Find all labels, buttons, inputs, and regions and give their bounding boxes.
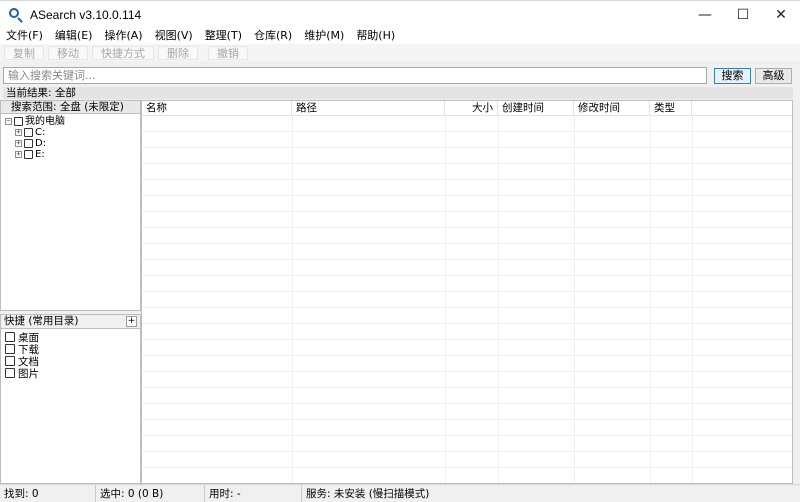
expand-icon[interactable]: + — [15, 129, 22, 136]
table-row — [142, 452, 792, 468]
table-row — [142, 340, 792, 356]
result-info: 当前结果: 全部 — [3, 87, 793, 99]
menu-maintenance[interactable]: 维护(M) — [298, 28, 350, 44]
close-button[interactable]: ✕ — [762, 1, 800, 29]
table-row — [142, 420, 792, 436]
tree-drive-e[interactable]: + E: — [15, 149, 45, 160]
table-row — [142, 228, 792, 244]
delete-button[interactable]: 删除 — [158, 45, 198, 60]
menu-help[interactable]: 帮助(H) — [350, 28, 401, 44]
add-quick-button[interactable]: + — [126, 316, 137, 327]
table-row — [142, 468, 792, 483]
table-row — [142, 436, 792, 452]
checkbox[interactable] — [24, 139, 33, 148]
quick-list: 桌面 下载 文档 图片 — [0, 329, 141, 484]
menu-action[interactable]: 操作(A) — [98, 28, 148, 44]
scope-header: 搜索范围: 全盘 (未限定) — [0, 100, 141, 114]
undo-button[interactable]: 撤销 — [208, 45, 248, 60]
table-row — [142, 308, 792, 324]
column-separator — [445, 116, 446, 483]
table-row — [142, 132, 792, 148]
shortcut-button[interactable]: 快捷方式 — [92, 45, 154, 60]
tree-root[interactable]: − 我的电脑 — [5, 116, 65, 127]
column-separator — [498, 116, 499, 483]
advanced-button[interactable]: 高级 — [755, 68, 792, 84]
column-separator — [574, 116, 575, 483]
table-row — [142, 260, 792, 276]
table-row — [142, 324, 792, 340]
checkbox[interactable] — [24, 150, 33, 159]
column-separator — [650, 116, 651, 483]
table-row — [142, 180, 792, 196]
quick-item-label: 图片 — [18, 367, 39, 380]
column-separator — [292, 116, 293, 483]
menu-organize[interactable]: 整理(T) — [199, 28, 248, 44]
tree-drive-c[interactable]: + C: — [15, 127, 45, 138]
window-controls: — ☐ ✕ — [686, 1, 800, 29]
left-pane: 搜索范围: 全盘 (未限定) − 我的电脑 + C: + D: + E: 快捷 … — [0, 100, 141, 484]
column-modified[interactable]: 修改时间 — [574, 101, 650, 116]
search-input[interactable] — [3, 67, 707, 84]
scope-tree: − 我的电脑 + C: + D: + E: — [0, 114, 141, 311]
magnifier-icon — [8, 7, 24, 23]
tree-root-label: 我的电脑 — [25, 116, 65, 127]
checkbox[interactable] — [5, 356, 15, 366]
table-header: 名称 路径 大小 创建时间 修改时间 类型 — [142, 101, 792, 116]
table-row — [142, 148, 792, 164]
status-selected: 选中: 0 (0 B) — [96, 485, 205, 502]
window-title: ASearch v3.10.0.114 — [30, 7, 142, 22]
menu-repository[interactable]: 仓库(R) — [248, 28, 298, 44]
copy-button[interactable]: 复制 — [4, 45, 44, 60]
toolbar: 复制 移动 快捷方式 删除 撤销 — [0, 44, 800, 61]
search-row: 搜索 高级 — [0, 64, 800, 86]
status-bar: 找到: 0 选中: 0 (0 B) 用时: - 服务: 未安装 (慢扫描模式) — [0, 484, 800, 502]
tree-drive-d[interactable]: + D: — [15, 138, 46, 149]
table-row — [142, 404, 792, 420]
drive-label: C: — [35, 127, 46, 138]
table-row — [142, 388, 792, 404]
table-row — [142, 276, 792, 292]
quick-item-pictures[interactable]: 图片 — [5, 367, 39, 380]
search-button[interactable]: 搜索 — [714, 68, 751, 84]
expand-icon[interactable]: + — [15, 151, 22, 158]
column-created[interactable]: 创建时间 — [498, 101, 574, 116]
move-button[interactable]: 移动 — [48, 45, 88, 60]
maximize-button[interactable]: ☐ — [724, 1, 762, 29]
table-row — [142, 116, 792, 132]
table-row — [142, 372, 792, 388]
checkbox[interactable] — [5, 332, 15, 342]
table-row — [142, 212, 792, 228]
menu-edit[interactable]: 编辑(E) — [49, 28, 99, 44]
column-separator — [692, 116, 693, 483]
quick-header: 快捷 (常用目录) + — [0, 314, 141, 329]
table-row — [142, 196, 792, 212]
menu-file[interactable]: 文件(F) — [0, 28, 49, 44]
column-path[interactable]: 路径 — [292, 101, 445, 116]
title-bar: ASearch v3.10.0.114 — ☐ ✕ — [0, 0, 800, 28]
table-row — [142, 292, 792, 308]
menu-view[interactable]: 视图(V) — [149, 28, 199, 44]
checkbox[interactable] — [5, 368, 15, 378]
menu-bar: 文件(F) 编辑(E) 操作(A) 视图(V) 整理(T) 仓库(R) 维护(M… — [0, 28, 800, 44]
quick-header-label: 快捷 (常用目录) — [4, 315, 79, 327]
checkbox[interactable] — [5, 344, 15, 354]
drive-label: D: — [35, 138, 47, 149]
column-type[interactable]: 类型 — [650, 101, 692, 116]
collapse-icon[interactable]: − — [5, 118, 12, 125]
table-row — [142, 356, 792, 372]
checkbox[interactable] — [14, 117, 23, 126]
table-row — [142, 244, 792, 260]
drive-label: E: — [35, 149, 45, 160]
results-table[interactable]: 名称 路径 大小 创建时间 修改时间 类型 — [141, 100, 793, 484]
table-row — [142, 164, 792, 180]
status-elapsed: 用时: - — [205, 485, 302, 502]
minimize-button[interactable]: — — [686, 1, 724, 29]
expand-icon[interactable]: + — [15, 140, 22, 147]
status-found: 找到: 0 — [0, 485, 96, 502]
column-size[interactable]: 大小 — [445, 101, 498, 116]
status-service: 服务: 未安装 (慢扫描模式) — [306, 488, 430, 500]
column-name[interactable]: 名称 — [142, 101, 292, 116]
checkbox[interactable] — [24, 128, 33, 137]
